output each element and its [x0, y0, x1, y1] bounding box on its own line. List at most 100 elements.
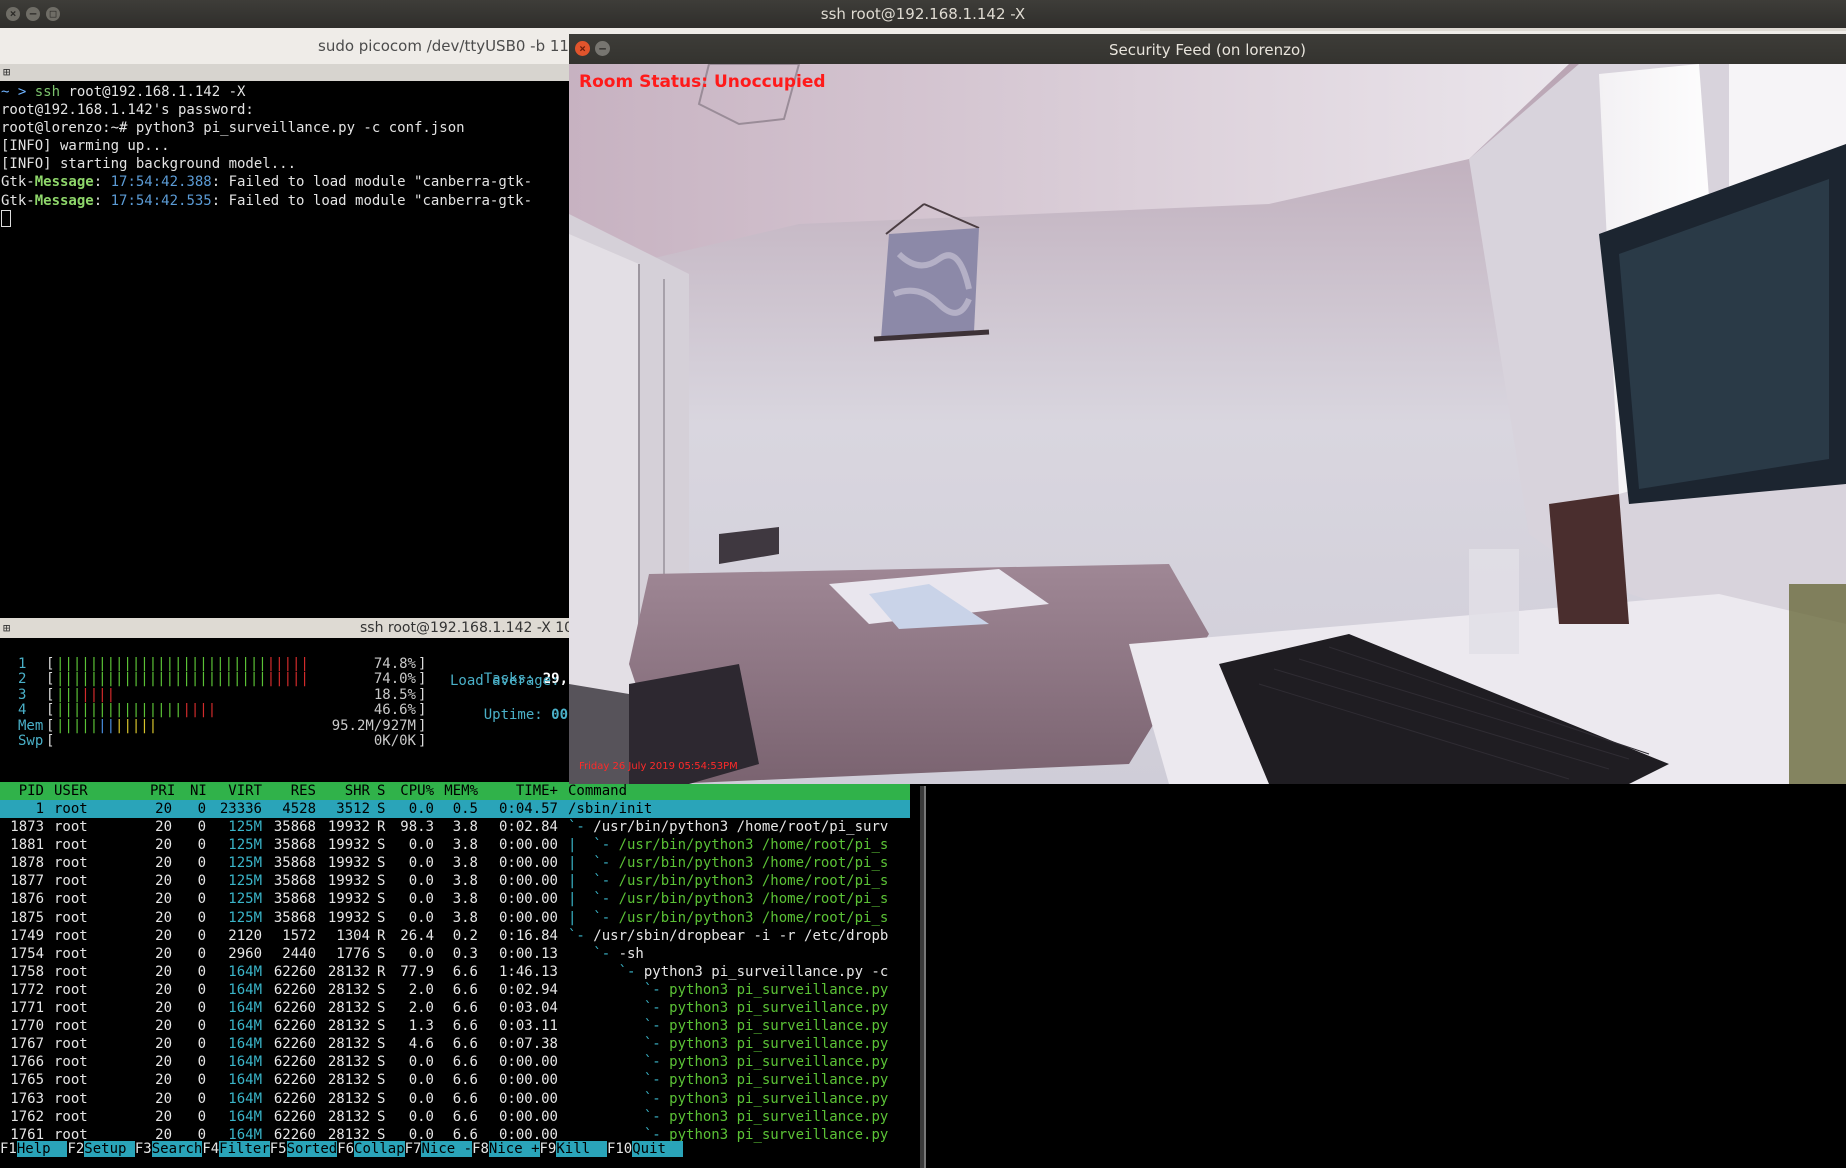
ssh-terminal-pane[interactable]: ⊞ ~ > ssh root@192.168.1.142 -X root@192.… [0, 64, 570, 618]
process-res: 2440 [282, 945, 316, 962]
column-header-s[interactable]: S [377, 782, 385, 800]
column-header-cmd[interactable]: Command [568, 782, 627, 800]
column-header-res[interactable]: RES [264, 782, 316, 800]
process-user: root [54, 1090, 88, 1107]
process-row[interactable]: 1767 root 20 0 164M 62260 28132 S 4.6 6.6 0:07.38 … [0, 1035, 910, 1053]
outer-window-titlebar[interactable]: × – □ ssh root@192.168.1.142 -X [0, 0, 1846, 28]
function-key-f2[interactable]: F2Setup [67, 1140, 135, 1158]
process-cpu: 0.0 [408, 837, 434, 854]
process-cpu: 0.0 [408, 873, 434, 890]
process-command-text: python3 pi_surveillance.py [669, 1090, 889, 1107]
column-header-time[interactable]: TIME+ [484, 782, 558, 800]
column-header-virt[interactable]: VIRT [210, 782, 262, 800]
function-key-number: F8 [472, 1141, 489, 1157]
function-key-f9[interactable]: F9Kill [539, 1140, 607, 1158]
process-s: R [377, 927, 386, 944]
process-command-text: /usr/bin/python3 /home/root/pi_s [618, 909, 889, 926]
process-mem: 6.6 [452, 1018, 478, 1035]
function-key-label: Sorted [286, 1141, 338, 1157]
process-row[interactable]: 1876 root 20 0 125M 35868 19932 S 0.0 3.8 0:00.00 |… [0, 890, 910, 908]
process-shr: 28132 [327, 981, 370, 998]
process-cpu: 26.4 [400, 927, 434, 944]
process-time: 0:00.00 [498, 837, 558, 854]
gtk-prefix: Gtk- [1, 174, 35, 191]
process-row[interactable]: 1765 root 20 0 164M 62260 28132 S 0.0 6.6 0:00.00 … [0, 1071, 910, 1089]
column-header-shr[interactable]: SHR [318, 782, 370, 800]
process-tree-branch: `- [568, 1036, 670, 1053]
meter-bracket-close: ] [418, 733, 427, 749]
process-time: 0:00.00 [498, 909, 558, 926]
meter-bracket-open: [ [46, 733, 55, 749]
function-key-number: F3 [134, 1141, 152, 1157]
process-tree-branch: | `- [568, 873, 619, 890]
process-command: | `- /usr/bin/python3 /home/root/pi_s [568, 872, 888, 890]
process-row[interactable]: 1877 root 20 0 125M 35868 19932 S 0.0 3.8 0:00.00 |… [0, 872, 910, 890]
process-ni: 0 [197, 1000, 206, 1017]
function-key-f1[interactable]: F1Help [0, 1140, 68, 1158]
process-row[interactable]: 1749 root 20 0 2120 1572 1304 R 26.4 0.2 0:16.84 `-… [0, 927, 910, 945]
process-ni: 0 [197, 1108, 206, 1125]
security-feed-titlebar[interactable]: × – Security Feed (on lorenzo) [569, 34, 1846, 64]
column-header-ni[interactable]: NI [190, 782, 207, 800]
function-key-f10[interactable]: F10Quit [606, 1140, 683, 1158]
process-s: S [377, 1036, 386, 1053]
process-pri: 20 [155, 801, 172, 817]
function-key-bar: F1Help F2Setup F3SearchF4FilterF5SortedF… [0, 1140, 910, 1158]
process-row[interactable]: 1766 root 20 0 164M 62260 28132 S 0.0 6.6 0:00.00 … [0, 1053, 910, 1071]
process-row[interactable]: 1772 root 20 0 164M 62260 28132 S 2.0 6.6 0:02.94 … [0, 981, 910, 999]
process-row[interactable]: 1770 root 20 0 164M 62260 28132 S 1.3 6.6 0:03.11 … [0, 1017, 910, 1035]
column-header-mem[interactable]: MEM% [440, 782, 478, 800]
process-pri: 20 [155, 909, 172, 926]
function-key-f7[interactable]: F7Nice - [404, 1140, 473, 1158]
function-key-f5[interactable]: F5Sorted [269, 1140, 338, 1158]
process-command: | `- /usr/bin/python3 /home/root/pi_s [568, 836, 888, 854]
process-row[interactable]: 1762 root 20 0 164M 62260 28132 S 0.0 6.6 0:00.00 … [0, 1108, 910, 1126]
process-mem: 3.8 [452, 819, 478, 836]
column-header-pri[interactable]: PRI [150, 782, 175, 800]
process-shr: 19932 [327, 837, 370, 854]
process-virt: 2120 [228, 927, 262, 944]
process-s: S [377, 837, 386, 854]
process-table-header[interactable]: PID USER PRI NI VIRT RES SHR S CPU% MEM% TIME+ Comm… [0, 782, 910, 800]
process-pri: 20 [155, 837, 172, 854]
process-pid: 1765 [10, 1072, 44, 1089]
htop-pane-header[interactable]: ⊞ ssh root@192.168.1.142 -X 101x [0, 618, 590, 638]
column-header-user[interactable]: USER [54, 782, 88, 800]
function-key-f4[interactable]: F4Filter [202, 1140, 270, 1158]
process-shr: 19932 [327, 873, 370, 890]
process-time: 0:03.11 [498, 1018, 558, 1035]
process-row[interactable]: 1881 root 20 0 125M 35868 19932 S 0.0 3.8 0:00.00 |… [0, 836, 910, 854]
column-header-cpu[interactable]: CPU% [392, 782, 434, 800]
uptime-label: Uptime: [483, 707, 552, 723]
process-mem: 6.6 [452, 1036, 478, 1053]
process-virt: 164M [228, 1072, 262, 1089]
process-row[interactable]: 1 root 20 0 23336 4528 3512 S 0.0 0.5 0:04.57/sbin… [0, 800, 910, 819]
function-key-f8[interactable]: F8Nice + [472, 1140, 540, 1158]
process-time: 0:07.38 [498, 1036, 558, 1053]
process-ni: 0 [197, 1018, 206, 1035]
column-header-pid[interactable]: PID [0, 782, 44, 800]
security-feed-window[interactable]: × – Security Feed (on lorenzo) Room Stat… [569, 34, 1846, 784]
process-time: 0:16.84 [498, 927, 558, 944]
process-row[interactable]: 1758 root 20 0 164M 62260 28132 R 77.9 6.6 1:46.13… [0, 963, 910, 981]
terminal-split-icon[interactable]: ⊞ [3, 66, 15, 78]
terminal-cursor[interactable] [1, 210, 11, 228]
process-ni: 0 [197, 945, 206, 962]
process-virt: 2960 [228, 945, 262, 962]
process-row[interactable]: 1754 root 20 0 2960 2440 1776 S 0.0 0.3 0:00.13 `-… [0, 945, 910, 963]
process-row[interactable]: 1875 root 20 0 125M 35868 19932 S 0.0 3.8 0:00.00 |… [0, 909, 910, 927]
process-row[interactable]: 1771 root 20 0 164M 62260 28132 S 2.0 6.6 0:03.04 … [0, 999, 910, 1017]
process-virt: 125M [228, 873, 262, 890]
function-key-f6[interactable]: F6Collap [337, 1140, 405, 1158]
process-time: 0:00.00 [498, 873, 558, 890]
process-row[interactable]: 1878 root 20 0 125M 35868 19932 S 0.0 3.8 0:00.00 |… [0, 854, 910, 872]
process-cpu: 77.9 [400, 963, 434, 980]
process-row[interactable]: 1763 root 20 0 164M 62260 28132 S 0.0 6.6 0:00.00 … [0, 1090, 910, 1108]
function-key-f3[interactable]: F3Search [134, 1140, 203, 1158]
process-ni: 0 [197, 1090, 206, 1107]
process-mem: 3.8 [452, 873, 478, 890]
process-shr: 28132 [327, 1072, 370, 1089]
terminal-split-icon[interactable]: ⊞ [3, 621, 10, 635]
process-pri: 20 [155, 945, 172, 962]
process-row[interactable]: 1873 root 20 0 125M 35868 19932 R 98.3 3.8 0:02.84… [0, 818, 910, 836]
